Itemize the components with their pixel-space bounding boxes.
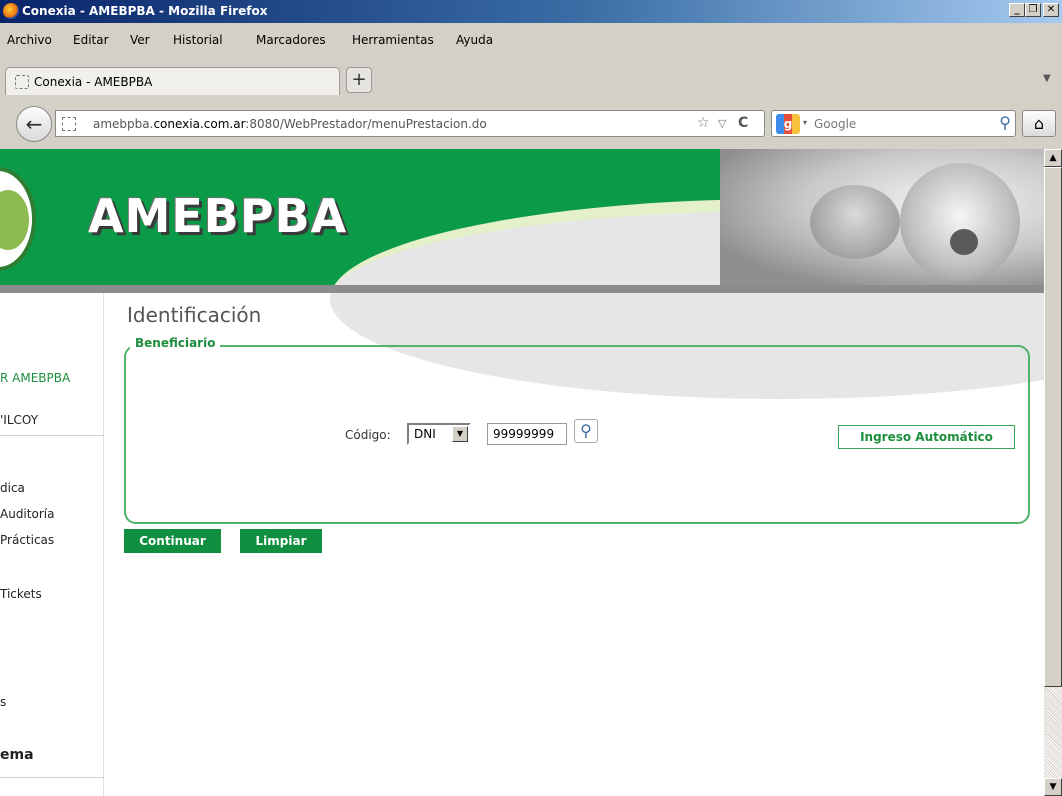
baby-mouth: [950, 229, 978, 255]
scroll-up-icon[interactable]: ▲: [1044, 149, 1062, 167]
doc-type-value: DNI: [414, 427, 436, 441]
menu-editar[interactable]: Editar: [73, 33, 109, 47]
ingreso-automatico-button[interactable]: Ingreso Automático: [838, 425, 1015, 449]
sidebar-item-auditoria[interactable]: Auditoría: [0, 507, 54, 521]
sidebar-item-ilcoy[interactable]: 'ILCOY: [0, 413, 38, 427]
window-title: Conexia - AMEBPBA - Mozilla Firefox: [22, 4, 268, 18]
seal-logo-icon: [0, 167, 36, 271]
search-placeholder: Google: [814, 117, 857, 131]
search-bar[interactable]: g ▾ Google ⚲: [771, 110, 1016, 137]
baby-face: [900, 163, 1020, 281]
tab-bar: Conexia - AMEBPBA + ▼: [0, 63, 1062, 99]
window-titlebar: Conexia - AMEBPBA - Mozilla Firefox _ ❐ …: [0, 0, 1062, 23]
scroll-track[interactable]: [1044, 687, 1062, 778]
url-bar[interactable]: amebpba.conexia.com.ar:8080/WebPrestador…: [55, 110, 765, 137]
site-identity-icon[interactable]: [62, 117, 76, 131]
scroll-thumb[interactable]: [1044, 167, 1062, 687]
sidebar-item-sistema[interactable]: ema: [0, 747, 34, 763]
home-button[interactable]: ⌂: [1022, 110, 1056, 137]
minimize-button[interactable]: _: [1009, 3, 1025, 17]
limpiar-button[interactable]: Limpiar: [240, 529, 322, 553]
menu-bar: Archivo Editar Ver Historial Marcadores …: [0, 23, 1062, 63]
page-title: Identificación: [127, 303, 262, 327]
page-favicon-icon: [15, 75, 29, 89]
doc-number-input[interactable]: [487, 423, 567, 445]
back-button[interactable]: ←: [16, 106, 52, 142]
menu-historial[interactable]: Historial: [173, 33, 223, 47]
continuar-button[interactable]: Continuar: [124, 529, 221, 553]
amebpba-logo: AMEBPBA: [88, 189, 348, 243]
menu-archivo[interactable]: Archivo: [7, 33, 52, 47]
menu-herramientas[interactable]: Herramientas: [352, 33, 434, 47]
tab-label: Conexia - AMEBPBA: [34, 75, 153, 89]
codigo-label: Código:: [345, 428, 391, 442]
reload-icon[interactable]: C: [738, 115, 748, 131]
tab-conexia[interactable]: Conexia - AMEBPBA: [5, 67, 340, 95]
menu-marcadores[interactable]: Marcadores: [256, 33, 326, 47]
url-history-dropdown-icon[interactable]: ▽: [718, 117, 726, 130]
menu-ver[interactable]: Ver: [130, 33, 150, 47]
doc-type-select[interactable]: DNI ▼: [407, 423, 471, 445]
sidebar-item-amebpba[interactable]: R AMEBPBA: [0, 371, 70, 385]
google-engine-icon[interactable]: g: [776, 114, 800, 134]
close-button[interactable]: ✕: [1043, 3, 1059, 17]
engine-dropdown-icon[interactable]: ▾: [803, 118, 807, 127]
sidebar-item-tickets[interactable]: Tickets: [0, 587, 42, 601]
sidebar: R AMEBPBA 'ILCOY dica Auditoría Práctica…: [0, 293, 104, 796]
menu-ayuda[interactable]: Ayuda: [456, 33, 493, 47]
sidebar-item-practicas[interactable]: Prácticas: [0, 533, 54, 547]
tab-list-dropdown-icon[interactable]: ▼: [1043, 73, 1051, 84]
page-content: AMEBPBA R AMEBPBA 'ILCOY dica Auditoría …: [0, 149, 1044, 796]
sidebar-divider: [0, 777, 104, 778]
scroll-down-icon[interactable]: ▼: [1044, 778, 1062, 796]
mother-face: [810, 185, 900, 259]
navigation-bar: ← amebpba.conexia.com.ar:8080/WebPrestad…: [0, 99, 1062, 149]
header-banner: AMEBPBA: [0, 149, 1044, 399]
header-divider: [0, 285, 1044, 293]
sidebar-item-s[interactable]: s: [0, 695, 6, 709]
vertical-scrollbar[interactable]: ▲ ▼: [1044, 149, 1062, 796]
bookmark-star-icon[interactable]: ☆: [697, 115, 710, 131]
sidebar-item-medica[interactable]: dica: [0, 481, 25, 495]
url-text: amebpba.conexia.com.ar:8080/WebPrestador…: [93, 117, 487, 131]
lookup-search-icon[interactable]: ⚲: [574, 419, 598, 443]
sidebar-divider: [0, 435, 104, 436]
select-arrow-icon[interactable]: ▼: [452, 426, 468, 442]
banner-photo: [720, 149, 1044, 285]
new-tab-button[interactable]: +: [346, 67, 372, 93]
firefox-logo-icon: [3, 3, 19, 19]
fieldset-legend: Beneficiario: [130, 336, 221, 350]
search-icon[interactable]: ⚲: [999, 113, 1011, 132]
maximize-button[interactable]: ❐: [1025, 3, 1041, 17]
